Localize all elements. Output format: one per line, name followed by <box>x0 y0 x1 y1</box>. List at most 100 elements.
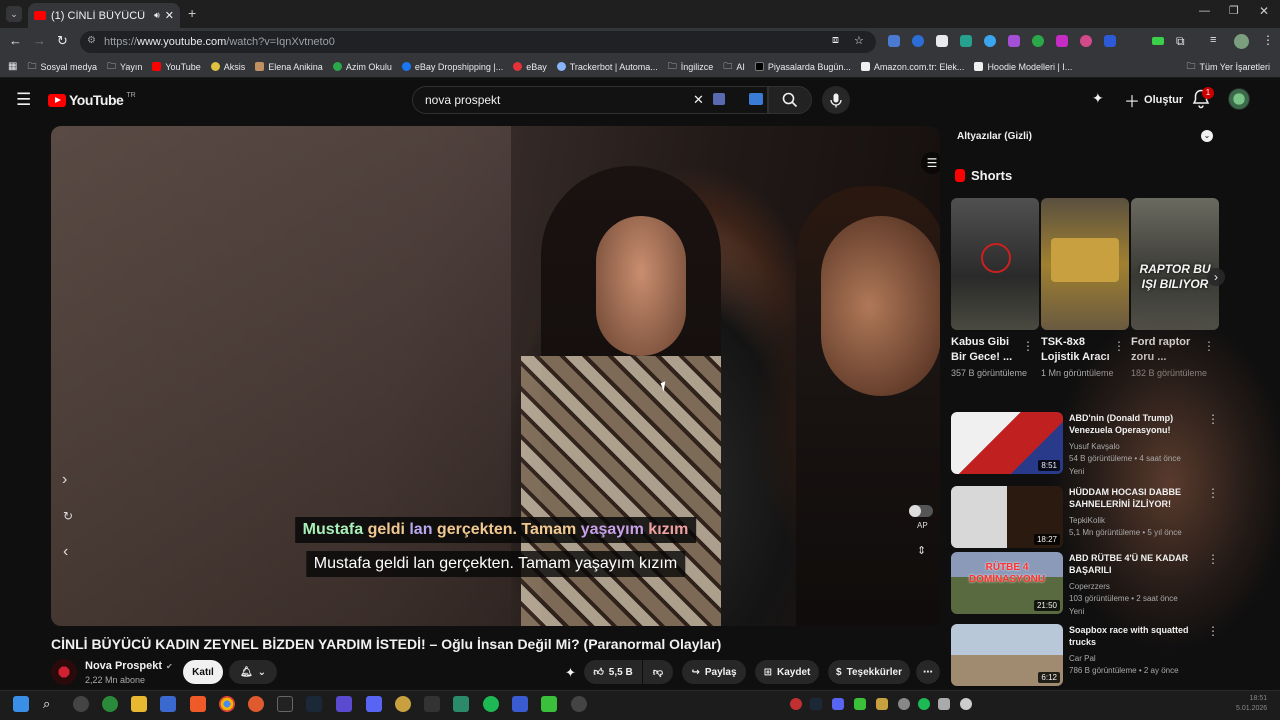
channel-name[interactable]: Nova Prospekt ✔ <box>85 660 173 672</box>
bookmark-item[interactable]: Aksis <box>210 62 245 72</box>
video-player[interactable]: ☰ › ↻ ‹ AP ⇕ Mustafa geldi lan gerçekten… <box>51 126 940 626</box>
transcript-panel-header[interactable]: Altyazılar (Gizli) ⌄ <box>951 126 1219 146</box>
bookmark-item[interactable]: Amazon.com.tr: Elek... <box>860 62 964 72</box>
recommended-video[interactable]: 18:27 HÜDDAM HOCASI DABBE SAHNELERİNİ İZ… <box>951 486 1219 548</box>
all-bookmarks[interactable]: 🗀︎ Tüm Yer İşaretleri <box>1186 59 1270 75</box>
forward-icon[interactable]: → <box>33 33 46 48</box>
app-icon[interactable] <box>541 696 557 712</box>
short-thumbnail[interactable] <box>1041 198 1129 330</box>
app-icon[interactable] <box>571 696 587 712</box>
voice-search-button[interactable] <box>822 86 850 114</box>
minimize-icon[interactable]: — <box>1199 5 1210 17</box>
reload-icon[interactable]: ↻ <box>57 33 68 49</box>
bookmark-item[interactable]: Trackerbot | Automa... <box>556 62 658 72</box>
tray-icon[interactable] <box>832 698 844 710</box>
extension-icon[interactable] <box>1056 35 1068 47</box>
app-icon[interactable] <box>512 696 528 712</box>
tab-search-icon[interactable]: ⌄ <box>6 6 22 22</box>
extension-icon[interactable] <box>888 35 900 47</box>
chapters-menu-icon[interactable]: ☰ <box>921 152 940 174</box>
short-menu-icon[interactable]: ⋮ <box>1203 339 1215 353</box>
epic-games-icon[interactable] <box>277 696 293 712</box>
bookmark-item[interactable]: Elena Anikina <box>255 62 323 72</box>
bookmark-item[interactable]: eBay <box>513 62 547 72</box>
join-button[interactable]: Katıl <box>183 660 223 684</box>
spotify-icon[interactable] <box>483 696 499 712</box>
app-icon[interactable] <box>336 696 352 712</box>
apps-grid-icon[interactable]: ▦ <box>8 61 17 72</box>
extension-icon[interactable] <box>936 35 948 47</box>
extension-icon[interactable] <box>960 35 972 47</box>
recommended-video[interactable]: 8:51 ABD'nin (Donald Trump) Venezuela Op… <box>951 412 1219 476</box>
youtube-logo[interactable]: YouTube TR <box>48 92 136 108</box>
video-menu-icon[interactable]: ⋮ <box>1207 486 1219 500</box>
steam-icon[interactable] <box>306 696 322 712</box>
bookmark-item[interactable]: eBay Dropshipping |... <box>401 62 503 72</box>
clear-search-icon[interactable]: ✕ <box>693 92 704 108</box>
short-menu-icon[interactable]: ⋮ <box>1022 339 1034 353</box>
tray-icon[interactable] <box>918 698 930 710</box>
install-app-icon[interactable]: ⧈ <box>832 34 839 47</box>
bookmark-folder[interactable]: 🗀︎ Yayın <box>107 59 142 75</box>
tray-icon[interactable] <box>960 698 972 710</box>
bookmark-star-icon[interactable]: ☆ <box>854 34 864 47</box>
short-title[interactable]: Ford raptor zoru ... <box>1131 335 1203 365</box>
app-icon[interactable] <box>395 696 411 712</box>
bookmark-item[interactable]: YouTube <box>152 62 201 72</box>
tray-icon[interactable] <box>810 698 822 710</box>
create-button[interactable]: ＋ Oluştur <box>1118 88 1189 112</box>
translate-extension-icon[interactable] <box>713 93 725 105</box>
channel-avatar[interactable] <box>51 659 77 685</box>
keyboard-extension-icon[interactable] <box>749 93 763 105</box>
tray-icon[interactable] <box>876 698 888 710</box>
extension-icon[interactable] <box>1104 35 1116 47</box>
share-button[interactable]: ↪ Paylaş <box>682 660 746 684</box>
dislike-button[interactable]: 👎︎ <box>643 660 673 684</box>
chrome-menu-icon[interactable]: ⋮ <box>1262 33 1274 47</box>
maximize-icon[interactable]: ❐ <box>1229 4 1239 17</box>
bookmark-folder[interactable]: 🗀︎ Sosyal medya <box>27 59 97 75</box>
extension-icon[interactable] <box>1008 35 1020 47</box>
extension-clap-icon[interactable]: ✦ <box>1092 90 1104 107</box>
reading-list-icon[interactable]: ≡ <box>1210 34 1216 46</box>
save-button[interactable]: ⊞ Kaydet <box>755 660 819 684</box>
search-icon[interactable]: ⌕ <box>43 696 59 712</box>
bookmark-folder[interactable]: 🗀︎ AI <box>723 59 745 75</box>
site-info-icon[interactable]: ⚙ <box>87 35 96 46</box>
autoplay-toggle[interactable] <box>909 505 933 517</box>
short-title[interactable]: Kabus Gibi Bir Gece! ... <box>951 335 1023 365</box>
video-menu-icon[interactable]: ⋮ <box>1207 412 1219 426</box>
address-bar[interactable]: ⚙ https://www.youtube.com/watch?v=IqnXvt… <box>80 31 876 53</box>
short-thumbnail[interactable]: RAPTOR BU IŞI BILIYOR <box>1131 198 1219 330</box>
file-explorer-icon[interactable] <box>131 696 147 712</box>
thanks-button[interactable]: $ Teşekkürler <box>828 660 910 684</box>
expand-icon[interactable]: ⇕ <box>917 544 926 557</box>
shorts-next-chevron-icon[interactable]: › <box>1207 268 1225 286</box>
notifications-button[interactable]: 1 <box>1192 87 1214 109</box>
recommended-video[interactable]: RÜTBE 4 DOMİNASYONU 21:50 ABD RÜTBE 4'Ü … <box>951 552 1219 616</box>
chrome-icon[interactable] <box>219 696 235 712</box>
extension-icon[interactable] <box>984 35 996 47</box>
tray-icon[interactable] <box>854 698 866 710</box>
task-view-icon[interactable] <box>73 696 89 712</box>
taskbar-clock[interactable]: 18:51 5.01.2026 <box>1236 694 1267 714</box>
profile-avatar[interactable] <box>1234 34 1249 49</box>
recommended-video[interactable]: 6:12 Soapbox race with squatted trucks C… <box>951 624 1219 686</box>
extension-clap-icon[interactable]: ✦ <box>565 665 576 681</box>
brave-icon[interactable] <box>190 696 206 712</box>
next-chevron-icon[interactable]: › <box>62 471 67 489</box>
tab-youtube-video[interactable]: (1) CİNLİ BÜYÜCÜ KADIN Z 🔊︎ ✕ <box>28 3 180 28</box>
chevron-down-icon[interactable]: ⌄ <box>1201 130 1213 142</box>
speaker-icon[interactable]: 🔊︎ <box>154 10 160 21</box>
short-menu-icon[interactable]: ⋮ <box>1113 339 1125 353</box>
app-icon[interactable] <box>453 696 469 712</box>
tray-icon[interactable] <box>790 698 802 710</box>
xbox-icon[interactable] <box>102 696 118 712</box>
window-close-icon[interactable]: ✕ <box>1259 4 1269 18</box>
hamburger-menu-icon[interactable]: ☰ <box>16 90 31 110</box>
extension-icon[interactable] <box>1152 37 1164 45</box>
bookmark-item[interactable]: Hoodie Modelleri | I... <box>974 62 1072 72</box>
more-actions-button[interactable]: ⋯ <box>916 660 940 684</box>
back-icon[interactable]: ← <box>9 33 22 48</box>
store-icon[interactable] <box>160 696 176 712</box>
